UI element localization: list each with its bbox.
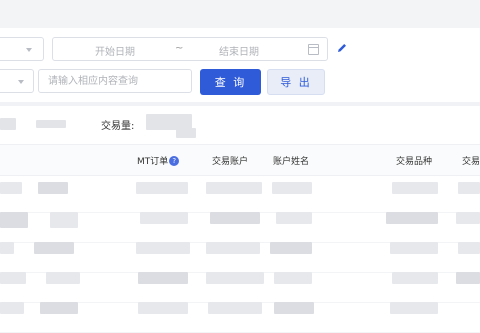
table-cell (0, 182, 22, 194)
table-cell (0, 212, 28, 228)
table-cell (386, 212, 438, 224)
column-header-symbol[interactable]: 交易品种 (396, 154, 432, 167)
table-cell (458, 182, 480, 194)
table-cell (136, 242, 190, 254)
table-cell (34, 242, 74, 254)
table-cell (206, 182, 262, 194)
filter-select-2[interactable] (0, 69, 34, 93)
table-cell (46, 272, 80, 284)
column-header-more[interactable]: 交易 (462, 154, 480, 167)
table-cell (40, 302, 78, 314)
table-cell (206, 272, 264, 284)
table-cell (0, 242, 14, 254)
table-row[interactable] (0, 242, 480, 273)
search-input[interactable] (38, 69, 192, 93)
date-separator: ~ (175, 43, 184, 54)
column-header-trade-account[interactable]: 交易账户 (212, 154, 248, 167)
table-header: MT订单? 交易账户 账户姓名 交易品种 交易 (0, 144, 480, 176)
column-header-account-name[interactable]: 账户姓名 (273, 154, 309, 167)
chevron-down-icon (18, 80, 24, 84)
volume-label: 交易量: (101, 121, 135, 132)
table-cell (38, 182, 68, 194)
pencil-icon[interactable] (336, 42, 348, 54)
table-row[interactable] (0, 182, 480, 213)
query-button[interactable]: 查 询 (200, 69, 261, 95)
table-cell (390, 302, 438, 314)
chevron-down-icon (26, 48, 32, 52)
blurred-value (176, 128, 196, 138)
start-date-placeholder: 开始日期 (95, 47, 135, 58)
table-row[interactable] (0, 212, 480, 243)
table-row[interactable] (0, 302, 480, 333)
table-cell (276, 212, 312, 224)
table-cell (208, 302, 262, 314)
table-cell (392, 182, 438, 194)
calendar-icon (308, 44, 319, 55)
table-cell (392, 272, 438, 284)
table-cell (140, 212, 188, 224)
summary-bar: 交易量: (0, 106, 480, 142)
table-cell (272, 182, 312, 194)
table-cell (136, 182, 188, 194)
blurred-value (36, 120, 66, 128)
table-cell (458, 242, 480, 254)
table-cell (0, 302, 24, 314)
table-cell (456, 212, 480, 224)
help-icon[interactable]: ? (169, 156, 180, 166)
export-button[interactable]: 导 出 (267, 69, 325, 95)
table-cell (138, 302, 188, 314)
top-bar (0, 0, 480, 28)
filter-select-1[interactable] (0, 37, 44, 61)
table-cell (270, 242, 312, 254)
end-date-placeholder: 结束日期 (219, 47, 259, 58)
table-cell (206, 242, 260, 254)
table-row[interactable] (0, 272, 480, 303)
table-cell (138, 272, 188, 284)
column-header-mt-order[interactable]: MT订单? (137, 154, 180, 167)
date-range-picker[interactable]: 开始日期 ~ 结束日期 (52, 37, 328, 61)
table-cell (50, 212, 78, 228)
table-cell (390, 242, 438, 254)
table-cell (210, 212, 260, 224)
table-body (0, 174, 480, 333)
blurred-value (0, 118, 16, 130)
table-cell (456, 272, 480, 284)
table-cell (274, 272, 312, 284)
table-cell (274, 302, 314, 314)
table-cell (0, 272, 26, 284)
